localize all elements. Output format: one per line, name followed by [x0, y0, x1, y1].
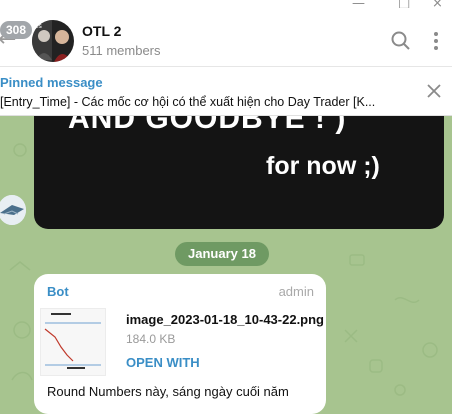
- open-with-button[interactable]: OPEN WITH: [126, 355, 200, 370]
- media-caption-line: for now ;): [266, 152, 380, 180]
- search-icon[interactable]: [390, 30, 412, 52]
- media-message[interactable]: AND GOODBYE ! ) for now ;): [34, 108, 444, 229]
- unread-badge: 308: [0, 21, 33, 39]
- chat-avatar[interactable]: es: [32, 20, 74, 62]
- file-message-bubble[interactable]: Bot admin image_2023-01-18_10-43-22.png …: [34, 274, 326, 414]
- pinned-message-bar[interactable]: Pinned message [Entry_Time] - Các mốc cơ…: [0, 67, 452, 116]
- svg-text:es: es: [35, 23, 42, 30]
- chat-title[interactable]: OTL 2: [82, 23, 121, 39]
- close-icon[interactable]: [426, 83, 442, 99]
- pinned-label: Pinned message: [0, 75, 103, 90]
- message-text: Round Numbers này, sáng ngày cuối năm: [47, 384, 289, 399]
- pinned-text: [Entry_Time] - Các mốc cơ hội có thể xuấ…: [0, 95, 376, 109]
- window-titlebar: — □ ×: [0, 0, 452, 11]
- file-thumbnail[interactable]: [40, 308, 106, 376]
- file-size: 184.0 KB: [126, 332, 176, 346]
- more-vertical-icon[interactable]: [425, 30, 447, 52]
- member-count: 511 members: [82, 43, 161, 58]
- date-separator: January 18: [175, 242, 269, 266]
- chat-header: ← 308 es OTL 2 511 members: [0, 8, 452, 67]
- sender-role-badge: admin: [278, 284, 314, 299]
- message-sender[interactable]: Bot: [47, 284, 69, 299]
- file-name[interactable]: image_2023-01-18_10-43-22.png: [126, 312, 324, 327]
